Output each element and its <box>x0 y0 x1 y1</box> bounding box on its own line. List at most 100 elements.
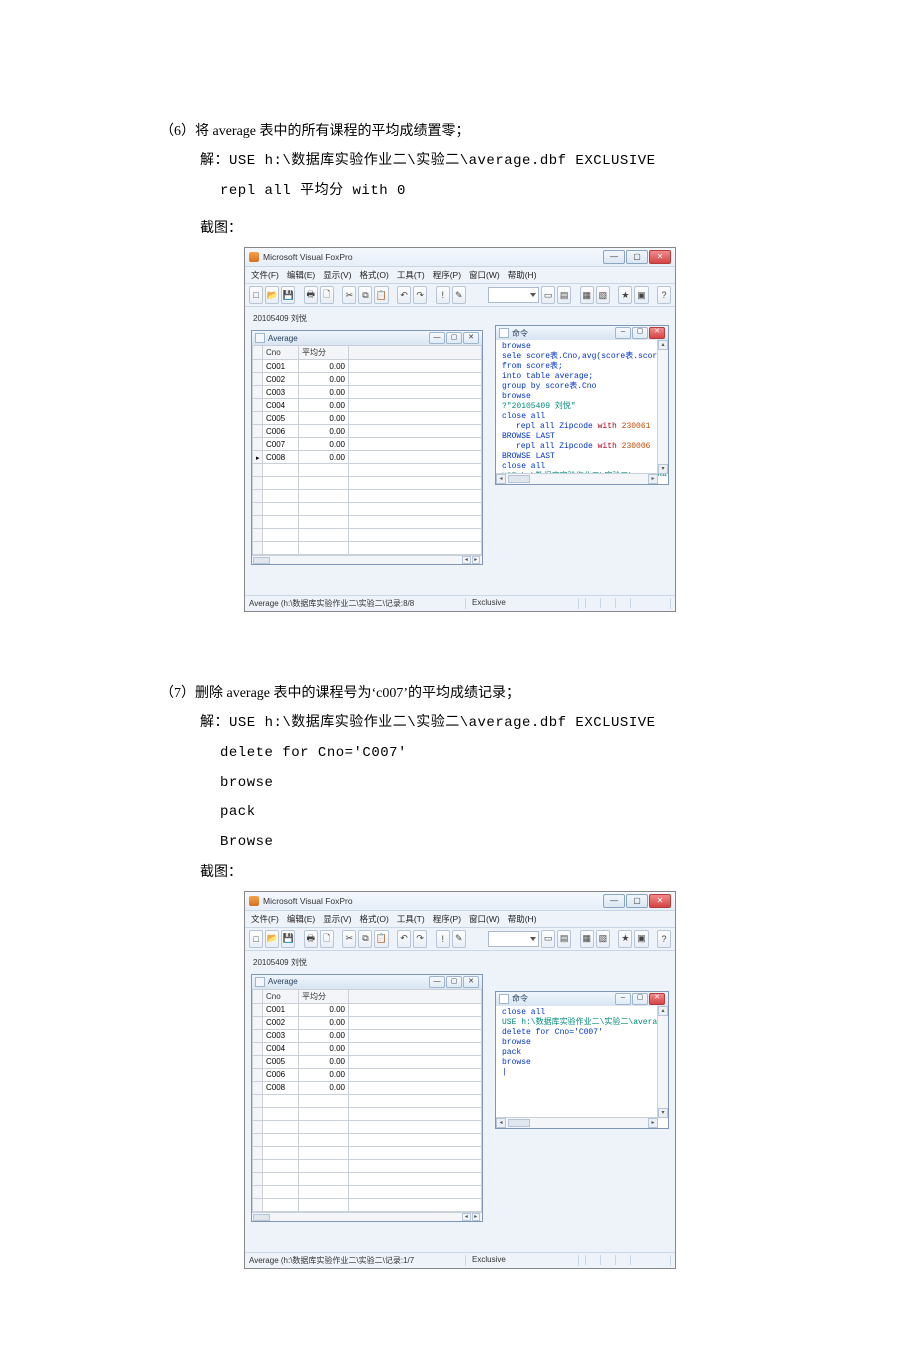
cell-cno[interactable]: C008 <box>263 451 299 464</box>
cell-cno[interactable]: C003 <box>263 1029 299 1042</box>
cell-cno[interactable]: C005 <box>263 1055 299 1068</box>
cmd-close-button[interactable]: ✕ <box>649 993 665 1005</box>
table-row[interactable]: C0050.00 <box>253 412 482 425</box>
cell-avg[interactable]: 0.00 <box>299 425 349 438</box>
scroll-left-icon[interactable]: ◂ <box>496 1118 506 1128</box>
cut-icon[interactable]: ✂ <box>342 286 356 304</box>
cell-avg[interactable]: 0.00 <box>299 399 349 412</box>
cell-avg[interactable]: 0.00 <box>299 1029 349 1042</box>
new-icon[interactable]: □ <box>249 930 263 948</box>
grid[interactable]: Cno 平均分 C0010.00C0020.00C0030.00C0040.00… <box>252 989 482 1221</box>
save-icon[interactable]: 💾 <box>281 286 295 304</box>
menu-program[interactable]: 程序(P) <box>433 913 461 925</box>
paste-icon[interactable]: 📋 <box>374 286 388 304</box>
scroll-right-icon[interactable]: ▸ <box>648 474 658 484</box>
menu-format[interactable]: 格式(O) <box>360 269 389 281</box>
table-row[interactable]: C0040.00 <box>253 399 482 412</box>
cmd-close-button[interactable]: ✕ <box>649 327 665 339</box>
cell-avg[interactable]: 0.00 <box>299 386 349 399</box>
spin-right-icon[interactable]: ▸ <box>472 1213 481 1221</box>
browse-max-button[interactable]: ▢ <box>446 332 462 344</box>
scroll-thumb[interactable] <box>508 475 530 483</box>
cell-cno[interactable]: C002 <box>263 373 299 386</box>
menu-file[interactable]: 文件(F) <box>251 913 279 925</box>
menu-window[interactable]: 窗口(W) <box>469 269 500 281</box>
cell-avg[interactable]: 0.00 <box>299 438 349 451</box>
open-icon[interactable]: 📂 <box>265 930 279 948</box>
grid-scrollbar[interactable]: ◂▸ <box>252 1212 482 1221</box>
cell-cno[interactable]: C004 <box>263 399 299 412</box>
redo-icon[interactable]: ↷ <box>413 930 427 948</box>
grid[interactable]: Cno 平均分 C0010.00C0020.00C0030.00C0040.00… <box>252 345 482 564</box>
wizard-icon[interactable]: ★ <box>618 930 632 948</box>
menu-program[interactable]: 程序(P) <box>433 269 461 281</box>
menu-file[interactable]: 文件(F) <box>251 269 279 281</box>
cell-avg[interactable]: 0.00 <box>299 373 349 386</box>
close-button[interactable]: ✕ <box>649 250 671 264</box>
cell-cno[interactable]: C001 <box>263 1003 299 1016</box>
menu-tools[interactable]: 工具(T) <box>397 913 425 925</box>
undo-icon[interactable]: ↶ <box>397 286 411 304</box>
database-combo[interactable] <box>488 287 539 303</box>
menu-help[interactable]: 帮助(H) <box>508 269 537 281</box>
report-icon[interactable]: ▤ <box>557 930 571 948</box>
table-row[interactable]: C0020.00 <box>253 1016 482 1029</box>
col-cno-header[interactable]: Cno <box>263 346 299 360</box>
modify-icon[interactable]: ✎ <box>452 286 466 304</box>
browse-min-button[interactable]: — <box>429 332 445 344</box>
cell-avg[interactable]: 0.00 <box>299 1055 349 1068</box>
browse-max-button[interactable]: ▢ <box>446 976 462 988</box>
autoreport-icon[interactable]: ▧ <box>596 930 610 948</box>
table-row[interactable]: C0040.00 <box>253 1042 482 1055</box>
table-row[interactable]: ▸C0080.00 <box>253 451 482 464</box>
table-row[interactable]: C0050.00 <box>253 1055 482 1068</box>
maximize-button[interactable]: ▢ <box>626 250 648 264</box>
maximize-button[interactable]: ▢ <box>626 894 648 908</box>
menu-edit[interactable]: 编辑(E) <box>287 913 315 925</box>
copy-icon[interactable]: ⧉ <box>358 930 372 948</box>
menu-window[interactable]: 窗口(W) <box>469 913 500 925</box>
cmd-vscroll[interactable]: ▴ ▾ <box>657 1006 668 1118</box>
grid-scrollbar[interactable]: ◂▸ <box>252 555 482 564</box>
cell-cno[interactable]: C003 <box>263 386 299 399</box>
scroll-left-icon[interactable]: ◂ <box>496 474 506 484</box>
cell-cno[interactable]: C008 <box>263 1081 299 1094</box>
scroll-thumb[interactable] <box>253 1214 270 1221</box>
copy-icon[interactable]: ⧉ <box>358 286 372 304</box>
table-row[interactable]: C0030.00 <box>253 1029 482 1042</box>
print-icon[interactable]: 🖶 <box>304 286 318 304</box>
new-icon[interactable]: □ <box>249 286 263 304</box>
cell-cno[interactable]: C006 <box>263 425 299 438</box>
cell-cno[interactable]: C004 <box>263 1042 299 1055</box>
run-icon[interactable]: ! <box>436 930 450 948</box>
help-icon[interactable]: ? <box>657 930 671 948</box>
cell-cno[interactable]: C007 <box>263 438 299 451</box>
print-icon[interactable]: 🖶 <box>304 930 318 948</box>
cmd-hscroll[interactable]: ◂ ▸ <box>496 473 658 484</box>
preview-icon[interactable]: 🗋 <box>320 286 334 304</box>
table-row[interactable]: C0010.00 <box>253 1003 482 1016</box>
col-avg-header[interactable]: 平均分 <box>299 346 349 360</box>
scroll-thumb[interactable] <box>508 1119 530 1127</box>
cmd-max-button[interactable]: ▢ <box>632 993 648 1005</box>
menu-view[interactable]: 显示(V) <box>323 269 351 281</box>
spin-right-icon[interactable]: ▸ <box>472 556 481 564</box>
autoform-icon[interactable]: ▦ <box>580 286 594 304</box>
cell-avg[interactable]: 0.00 <box>299 1081 349 1094</box>
form-icon[interactable]: ▭ <box>541 930 555 948</box>
spin-left-icon[interactable]: ◂ <box>462 1213 471 1221</box>
cell-avg[interactable]: 0.00 <box>299 451 349 464</box>
autoform-icon[interactable]: ▦ <box>580 930 594 948</box>
close-button[interactable]: ✕ <box>649 894 671 908</box>
cell-cno[interactable]: C005 <box>263 412 299 425</box>
table-row[interactable]: C0060.00 <box>253 1068 482 1081</box>
form-icon[interactable]: ▭ <box>541 286 555 304</box>
menu-help[interactable]: 帮助(H) <box>508 913 537 925</box>
table-row[interactable]: C0080.00 <box>253 1081 482 1094</box>
cell-cno[interactable]: C002 <box>263 1016 299 1029</box>
modify-icon[interactable]: ✎ <box>452 930 466 948</box>
run-icon[interactable]: ! <box>436 286 450 304</box>
table-row[interactable]: C0060.00 <box>253 425 482 438</box>
scroll-right-icon[interactable]: ▸ <box>648 1118 658 1128</box>
save-icon[interactable]: 💾 <box>281 930 295 948</box>
